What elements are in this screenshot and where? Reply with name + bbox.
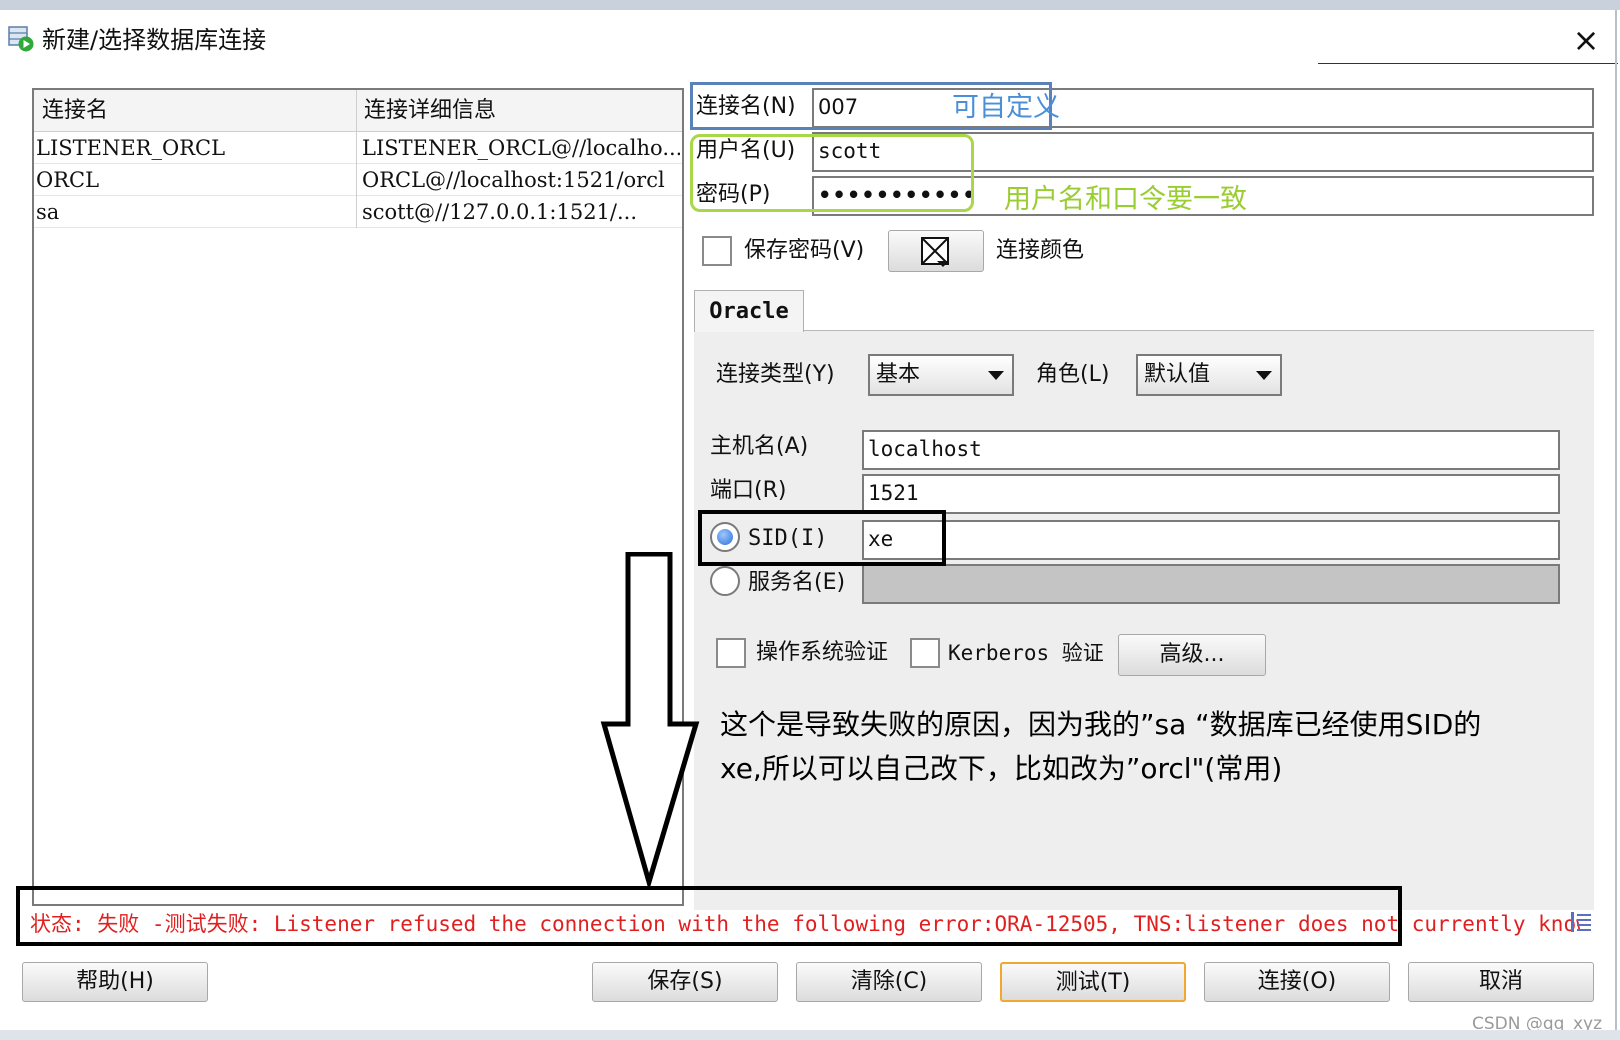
status-message: 状态: 失败 -测试失败: Listener refused the conne… xyxy=(30,912,1580,936)
help-button[interactable]: 帮助(H) xyxy=(22,962,208,1002)
annotation-box-sid xyxy=(698,510,946,566)
chevron-down-icon xyxy=(1256,371,1272,380)
role-label: 角色(L) xyxy=(1036,362,1110,387)
connection-detail: LISTENER_ORCL@//localho... xyxy=(362,136,680,160)
title-divider xyxy=(1318,63,1618,64)
host-field[interactable]: localhost xyxy=(862,430,1560,470)
tab-oracle[interactable]: Oracle xyxy=(694,290,804,332)
connection-color-button[interactable] xyxy=(888,230,984,272)
window-right-border xyxy=(1615,10,1617,1030)
kerberos-label: Kerberos 验证 xyxy=(948,641,1104,665)
os-auth-checkbox[interactable] xyxy=(716,638,746,668)
save-button[interactable]: 保存(S) xyxy=(592,962,778,1002)
connection-list[interactable]: 连接名 连接详细信息 LISTENER_ORCL LISTENER_ORCL@/… xyxy=(32,88,684,906)
annotation-down-arrow xyxy=(600,552,700,888)
connection-row[interactable]: sa scott@//127.0.0.1:1521/... xyxy=(34,196,682,228)
clear-button[interactable]: 清除(C) xyxy=(796,962,982,1002)
port-label: 端口(R) xyxy=(710,478,787,503)
column-header-name[interactable]: 连接名 xyxy=(34,90,356,132)
color-picker-icon xyxy=(921,237,949,267)
cancel-button[interactable]: 取消 xyxy=(1408,962,1594,1002)
column-header-detail[interactable]: 连接详细信息 xyxy=(356,90,682,132)
close-icon[interactable]: × xyxy=(1566,20,1606,60)
connect-button[interactable]: 连接(O) xyxy=(1204,962,1390,1002)
connection-name: LISTENER_ORCL xyxy=(36,136,226,160)
annotation-reason-line2: xe,所以可以自己改下，比如改为”orcl"(常用) xyxy=(720,752,1283,785)
connection-list-header: 连接名 连接详细信息 xyxy=(34,90,682,132)
service-name-radio[interactable] xyxy=(710,566,740,596)
connection-color-label: 连接颜色 xyxy=(996,238,1085,263)
service-name-field xyxy=(862,564,1560,604)
connection-type-label: 连接类型(Y) xyxy=(716,362,835,387)
save-password-checkbox[interactable] xyxy=(702,236,732,266)
window-bottom-border xyxy=(0,1030,1620,1040)
sid-field[interactable]: xe xyxy=(862,520,1560,560)
test-button[interactable]: 测试(T) xyxy=(1000,962,1186,1002)
details-list-icon[interactable] xyxy=(1570,910,1592,934)
host-label: 主机名(A) xyxy=(710,434,809,459)
connection-row[interactable]: LISTENER_ORCL LISTENER_ORCL@//localho... xyxy=(34,132,682,164)
connection-type-select[interactable]: 基本 xyxy=(868,354,1014,396)
window-title: 新建/选择数据库连接 xyxy=(42,26,267,54)
connection-name: ORCL xyxy=(36,168,100,192)
database-connect-icon xyxy=(8,26,34,52)
kerberos-checkbox[interactable] xyxy=(910,638,940,668)
advanced-button[interactable]: 高级... xyxy=(1118,634,1266,676)
role-select[interactable]: 默认值 xyxy=(1136,354,1282,396)
port-field[interactable]: 1521 xyxy=(862,474,1560,514)
os-auth-label: 操作系统验证 xyxy=(756,640,889,665)
column-separator xyxy=(356,90,357,228)
connection-row[interactable]: ORCL ORCL@//localhost:1521/orcl xyxy=(34,164,682,196)
connection-detail: ORCL@//localhost:1521/orcl xyxy=(362,168,665,192)
annotation-consistent: 用户名和口令要一致 xyxy=(1004,184,1247,215)
service-name-label: 服务名(E) xyxy=(748,570,846,595)
chevron-down-icon xyxy=(988,371,1004,380)
window-top-border xyxy=(0,0,1620,10)
oracle-tab-panel xyxy=(694,330,1594,910)
connection-detail: scott@//127.0.0.1:1521/... xyxy=(362,200,638,224)
annotation-box-credentials xyxy=(690,134,974,212)
annotation-custom: 可自定义 xyxy=(952,92,1060,123)
save-password-label: 保存密码(V) xyxy=(744,238,865,263)
connection-name: sa xyxy=(36,200,60,224)
